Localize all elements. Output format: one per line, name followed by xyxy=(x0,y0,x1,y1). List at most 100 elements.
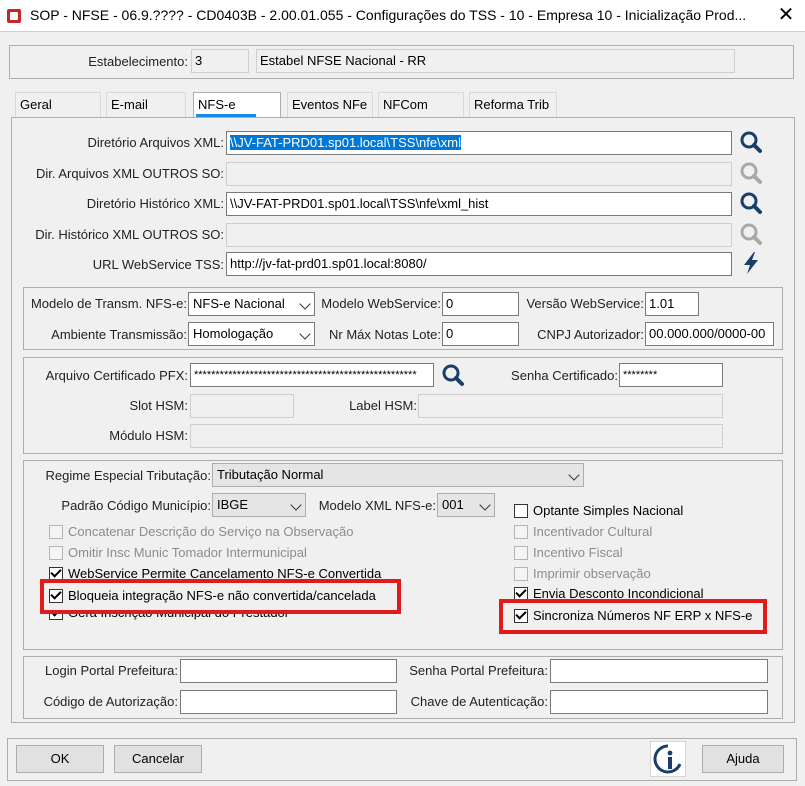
checkbox-box xyxy=(514,504,528,518)
modelo-ws-label: Modelo WebService: xyxy=(321,296,441,311)
modelo-xml-label: Modelo XML NFS-e: xyxy=(318,498,436,513)
chevron-down-icon xyxy=(568,469,580,481)
dir-xml-outros-input xyxy=(226,162,732,186)
chevron-down-icon xyxy=(299,328,311,340)
modelo-ws-input[interactable]: 0 xyxy=(442,292,519,316)
tab-geral[interactable]: Geral xyxy=(15,92,101,118)
dir-xml-label: Diretório Arquivos XML: xyxy=(87,135,224,150)
cnpj-input[interactable]: 00.000.000/0000-00 xyxy=(645,322,774,346)
help-button[interactable]: Ajuda xyxy=(702,745,784,773)
dir-xml-outros-search-button xyxy=(736,159,766,187)
padrao-select[interactable]: IBGE xyxy=(212,493,306,517)
lightning-icon xyxy=(744,252,758,274)
chave-autenticacao-label: Chave de Autenticação: xyxy=(410,694,548,709)
check-incentivo-fiscal: Incentivo Fiscal xyxy=(514,544,623,562)
dir-xml-search-button[interactable] xyxy=(736,128,766,156)
dir-hist-outros-search-button xyxy=(736,220,766,248)
modelo-transm-select[interactable]: NFS-e Nacional xyxy=(188,292,315,316)
check-optante-simples-label: Optante Simples Nacional xyxy=(533,503,684,518)
versao-ws-input[interactable]: 1.01 xyxy=(645,292,699,316)
checkbox-box xyxy=(49,546,63,560)
check-omitir-insc: Omitir Insc Munic Tomador Intermunicipal xyxy=(49,544,307,562)
app-icon xyxy=(7,9,21,23)
estabelecimento-name: Estabel NFSE Nacional - RR xyxy=(256,49,735,73)
check-imprimir-obs: Imprimir observação xyxy=(514,565,651,583)
modelo-transm-label: Modelo de Transm. NFS-e: xyxy=(30,296,187,311)
estabelecimento-label: Estabelecimento: xyxy=(88,54,188,69)
ok-button[interactable]: OK xyxy=(16,745,104,773)
login-portal-input[interactable] xyxy=(180,659,397,683)
codigo-autorizacao-label: Código de Autorização: xyxy=(43,694,178,709)
tab-reforma-trib[interactable]: Reforma Trib xyxy=(469,92,557,118)
modulo-hsm-input xyxy=(190,424,723,448)
dir-xml-value: \\JV-FAT-PRD01.sp01.local\TSS\nfe\xml xyxy=(230,135,461,150)
codigo-autorizacao-input[interactable] xyxy=(180,690,397,714)
url-ws-input[interactable]: http://jv-fat-prd01.sp01.local:8080/ xyxy=(226,252,732,276)
close-icon[interactable]: ✕ xyxy=(772,2,800,28)
label-hsm-input xyxy=(418,394,723,418)
search-icon xyxy=(442,364,464,386)
pfx-search-button[interactable] xyxy=(438,361,468,389)
pfx-input[interactable]: ****************************************… xyxy=(190,363,434,387)
check-incentivador-cultural: Incentivador Cultural xyxy=(514,523,652,541)
chevron-down-icon xyxy=(299,298,311,310)
check-concatenar: Concatenar Descrição do Serviço na Obser… xyxy=(49,523,353,541)
ambiente-label: Ambiente Transmissão: xyxy=(51,327,187,342)
info-icon xyxy=(653,744,682,774)
nr-max-input[interactable]: 0 xyxy=(442,322,519,346)
dir-hist-search-button[interactable] xyxy=(736,189,766,217)
tab-nfcom[interactable]: NFCom xyxy=(378,92,464,118)
login-portal-label: Login Portal Prefeitura: xyxy=(45,663,178,678)
padrao-label: Padrão Código Município: xyxy=(61,498,211,513)
senha-portal-input[interactable] xyxy=(550,659,768,683)
tab-email[interactable]: E-mail xyxy=(106,92,186,118)
pfx-label: Arquivo Certificado PFX: xyxy=(45,368,188,383)
check-icon xyxy=(50,566,62,578)
dir-hist-outros-label: Dir. Histórico XML OUTROS SO: xyxy=(35,227,224,242)
modelo-transm-value: NFS-e Nacional xyxy=(193,296,285,311)
checkbox-box xyxy=(49,525,63,539)
title-bar: SOP - NFSE - 06.9.???? - CD0403B - 2.00.… xyxy=(0,0,805,32)
highlight-box-sincroniza xyxy=(499,599,767,634)
versao-ws-label: Versão WebService: xyxy=(526,296,644,311)
chave-autenticacao-input[interactable] xyxy=(550,690,768,714)
modelo-xml-select[interactable]: 001 xyxy=(437,493,495,517)
padrao-value: IBGE xyxy=(217,497,249,512)
dir-hist-input[interactable]: \\JV-FAT-PRD01.sp01.local\TSS\nfe\xml_hi… xyxy=(226,192,732,216)
modelo-xml-value: 001 xyxy=(442,497,464,512)
window-title: SOP - NFSE - 06.9.???? - CD0403B - 2.00.… xyxy=(30,7,747,23)
cancel-button[interactable]: Cancelar xyxy=(114,745,202,773)
dir-hist-label: Diretório Histórico XML: xyxy=(86,196,224,211)
highlight-box-bloqueia xyxy=(40,579,401,614)
cnpj-label: CNPJ Autorizador: xyxy=(537,327,644,342)
url-ws-test-button[interactable] xyxy=(736,249,766,277)
check-incentivador-cultural-label: Incentivador Cultural xyxy=(533,524,653,539)
check-concatenar-label: Concatenar Descrição do Serviço na Obser… xyxy=(68,524,354,539)
senha-cert-input[interactable]: ******** xyxy=(619,363,723,387)
checkbox-box xyxy=(514,567,528,581)
check-optante-simples[interactable]: Optante Simples Nacional xyxy=(514,502,683,520)
check-incentivo-fiscal-label: Incentivo Fiscal xyxy=(533,545,623,560)
checkbox-box xyxy=(514,546,528,560)
ambiente-select[interactable]: Homologação xyxy=(188,322,315,346)
tab-eventos-nfe[interactable]: Eventos NFe xyxy=(287,92,373,118)
regime-select[interactable]: Tributação Normal xyxy=(212,463,584,487)
dir-xml-input[interactable]: \\JV-FAT-PRD01.sp01.local\TSS\nfe\xml xyxy=(226,131,732,155)
ambiente-value: Homologação xyxy=(193,326,274,341)
chevron-down-icon xyxy=(290,499,302,511)
url-ws-label: URL WebService TSS: xyxy=(92,257,224,272)
info-button[interactable] xyxy=(650,741,686,777)
search-icon xyxy=(740,192,762,214)
nr-max-label: Nr Máx Notas Lote: xyxy=(329,327,441,342)
check-icon xyxy=(515,586,527,598)
modulo-hsm-label: Módulo HSM: xyxy=(109,428,188,443)
senha-cert-label: Senha Certificado: xyxy=(511,368,618,383)
slot-hsm-input xyxy=(190,394,294,418)
search-icon xyxy=(740,162,762,184)
search-icon xyxy=(740,223,762,245)
regime-value: Tributação Normal xyxy=(217,467,324,482)
dir-hist-outros-input xyxy=(226,223,732,247)
dir-xml-outros-label: Dir. Arquivos XML OUTROS SO: xyxy=(35,166,224,181)
checkbox-box xyxy=(514,525,528,539)
estabelecimento-code: 3 xyxy=(191,49,249,73)
